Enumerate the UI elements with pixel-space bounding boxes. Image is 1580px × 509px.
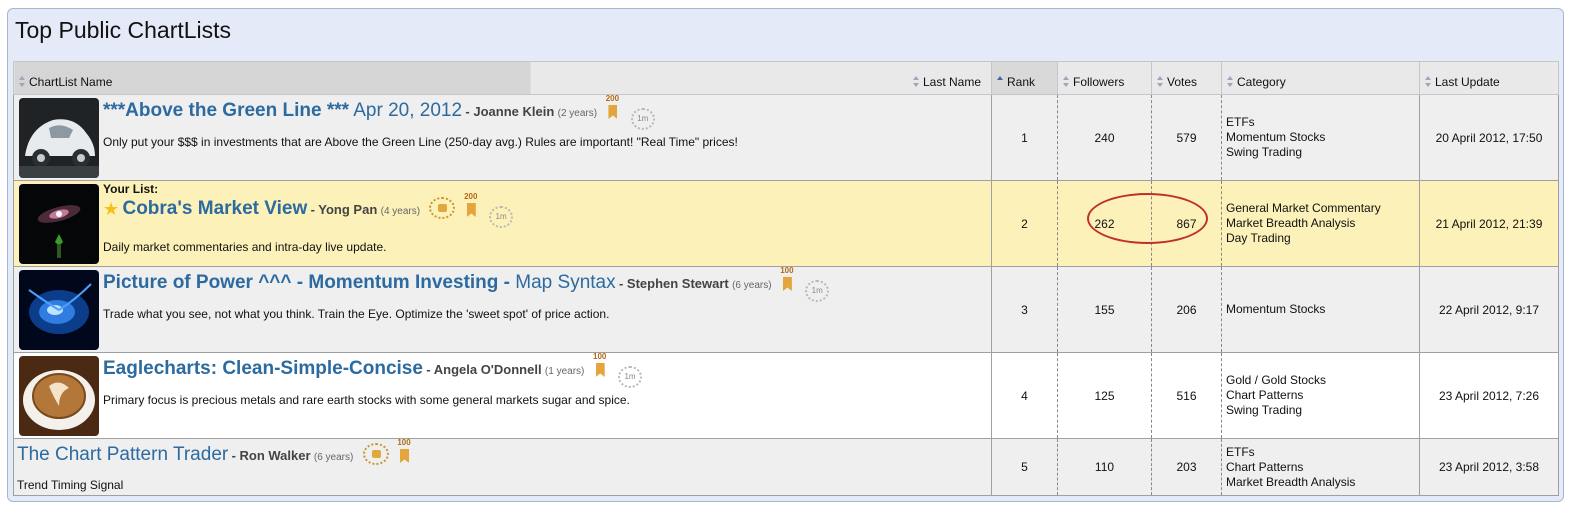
chartlist-title-link[interactable]: Cobra's Market View: [122, 198, 307, 219]
votes-cell: 206: [1151, 266, 1222, 353]
member-years: (2 years): [557, 108, 598, 119]
last-update-cell: 21 April 2012, 21:39: [1419, 180, 1559, 267]
table-row[interactable]: Picture of Power ^^^ - Momentum Investin…: [13, 266, 1559, 353]
followers-cell: 155: [1057, 266, 1152, 353]
chartlist-title-link[interactable]: ***Above the Green Line ***: [103, 100, 349, 121]
sort-ascending-icon: [997, 76, 1003, 87]
author-name: - Ron Walker: [231, 448, 311, 463]
chartlist-name-cell: ***Above the Green Line *** Apr 20, 2012…: [13, 94, 992, 181]
sort-icon: [1063, 76, 1069, 87]
last-update-cell: 22 April 2012, 9:17: [1419, 266, 1559, 353]
column-header-last-update[interactable]: Last Update: [1419, 61, 1559, 95]
votes-cell: 203: [1151, 438, 1222, 496]
beetle-car-image[interactable]: [19, 98, 99, 178]
member-years: (6 years): [313, 452, 354, 463]
chartlists-panel: Top Public ChartLists ChartList Name Las…: [7, 8, 1564, 502]
table-row[interactable]: Eaglecharts: Clean-Simple-Concise - Ange…: [13, 352, 1559, 439]
rank-cell: 4: [991, 352, 1058, 439]
column-header-followers[interactable]: Followers: [1057, 61, 1152, 95]
your-list-label: Your List:: [103, 182, 159, 196]
chartlist-description: Only put your $$$ in investments that ar…: [103, 135, 738, 149]
author-name: - Yong Pan: [310, 202, 378, 217]
blue-energy-image[interactable]: [19, 270, 99, 350]
chartlist-title-link[interactable]: The Chart Pattern Trader: [17, 444, 228, 465]
member-years: (4 years): [380, 206, 421, 217]
last-update-cell: 23 April 2012, 7:26: [1419, 352, 1559, 439]
chartlist-name-cell: The Chart Pattern Trader - Ron Walker (6…: [13, 438, 992, 496]
rank-cell: 5: [991, 438, 1058, 496]
wreath-badge-icon: 1m: [805, 280, 830, 302]
chartlists-table: ChartList Name Last Name Rank Followers …: [13, 61, 1559, 496]
member-years: (1 years): [544, 366, 585, 377]
followers-cell: 125: [1057, 352, 1152, 439]
chartlist-name-cell: Your List: ★ Cobra's Market View - Yong …: [13, 180, 992, 267]
gold-wreath-badge-icon: [362, 443, 389, 465]
votes-cell: 516: [1151, 352, 1222, 439]
author-name: - Joanne Klein: [465, 104, 555, 119]
table-header-row: ChartList Name Last Name Rank Followers …: [13, 61, 1559, 95]
ribbon-badge-icon: 100: [780, 266, 794, 292]
column-header-category[interactable]: Category: [1221, 61, 1420, 95]
wreath-badge-icon: 1m: [630, 108, 655, 130]
category-cell: General Market Commentary Market Breadth…: [1221, 180, 1420, 267]
chartlist-title-suffix[interactable]: Map Syntax: [510, 272, 615, 293]
sort-icon: [1157, 76, 1163, 87]
category-cell: ETFs Chart Patterns Market Breadth Analy…: [1221, 438, 1420, 496]
favorite-star-icon[interactable]: ★: [103, 199, 119, 219]
category-cell: Momentum Stocks: [1221, 266, 1420, 353]
chartlist-title-suffix[interactable]: Apr 20, 2012: [349, 100, 462, 121]
galaxy-image[interactable]: [19, 184, 99, 264]
chartlist-title-link[interactable]: Picture of Power ^^^ - Momentum Investin…: [103, 272, 510, 293]
chartlist-title-link[interactable]: Eaglecharts: Clean-Simple-Concise: [103, 358, 423, 379]
gold-wreath-badge-icon: [429, 197, 456, 219]
wreath-badge-icon: 1m: [489, 206, 514, 228]
rank-cell: 1: [991, 94, 1058, 181]
author-name: - Angela O'Donnell: [426, 362, 542, 377]
chartlist-description: Trade what you see, not what you think. …: [103, 307, 610, 321]
ribbon-badge-icon: 200: [464, 192, 478, 218]
chartlist-description: Daily market commentaries and intra-day …: [103, 240, 387, 254]
category-cell: ETFs Momentum Stocks Swing Trading: [1221, 94, 1420, 181]
last-update-cell: 20 April 2012, 17:50: [1419, 94, 1559, 181]
wreath-badge-icon: 1m: [618, 366, 643, 388]
sort-icon: [1425, 76, 1431, 87]
coffee-cup-image[interactable]: [19, 356, 99, 436]
chartlist-description: Trend Timing Signal: [17, 478, 124, 492]
chartlist-description: Primary focus is precious metals and rar…: [103, 393, 630, 407]
table-row[interactable]: ***Above the Green Line *** Apr 20, 2012…: [13, 94, 1559, 181]
votes-cell: 867: [1151, 180, 1222, 267]
ribbon-badge-icon: 100: [397, 438, 411, 464]
author-name: - Stephen Stewart: [618, 276, 729, 291]
ribbon-badge-icon: 200: [605, 94, 619, 120]
member-years: (6 years): [732, 280, 772, 291]
sort-icon: [912, 76, 919, 87]
category-cell: Gold / Gold Stocks Chart Patterns Swing …: [1221, 352, 1420, 439]
sort-icon: [19, 76, 25, 87]
column-header-votes[interactable]: Votes: [1151, 61, 1222, 95]
page-title: Top Public ChartLists: [15, 17, 232, 43]
column-header-name[interactable]: ChartList Name Last Name: [13, 61, 992, 95]
column-header-last-name[interactable]: Last Name: [912, 75, 981, 89]
table-row[interactable]: Your List: ★ Cobra's Market View - Yong …: [13, 180, 1559, 267]
last-update-cell: 23 April 2012, 3:58: [1419, 438, 1559, 496]
rank-cell: 2: [991, 180, 1058, 267]
votes-cell: 579: [1151, 94, 1222, 181]
followers-cell: 240: [1057, 94, 1152, 181]
followers-cell: 262: [1057, 180, 1152, 267]
followers-cell: 110: [1057, 438, 1152, 496]
rank-cell: 3: [991, 266, 1058, 353]
chartlist-name-cell: Eaglecharts: Clean-Simple-Concise - Ange…: [13, 352, 992, 439]
column-header-rank[interactable]: Rank: [991, 61, 1058, 95]
ribbon-badge-icon: 100: [593, 352, 607, 378]
sort-icon: [1227, 76, 1233, 87]
chartlist-name-cell: Picture of Power ^^^ - Momentum Investin…: [13, 266, 992, 353]
table-row[interactable]: The Chart Pattern Trader - Ron Walker (6…: [13, 438, 1559, 496]
